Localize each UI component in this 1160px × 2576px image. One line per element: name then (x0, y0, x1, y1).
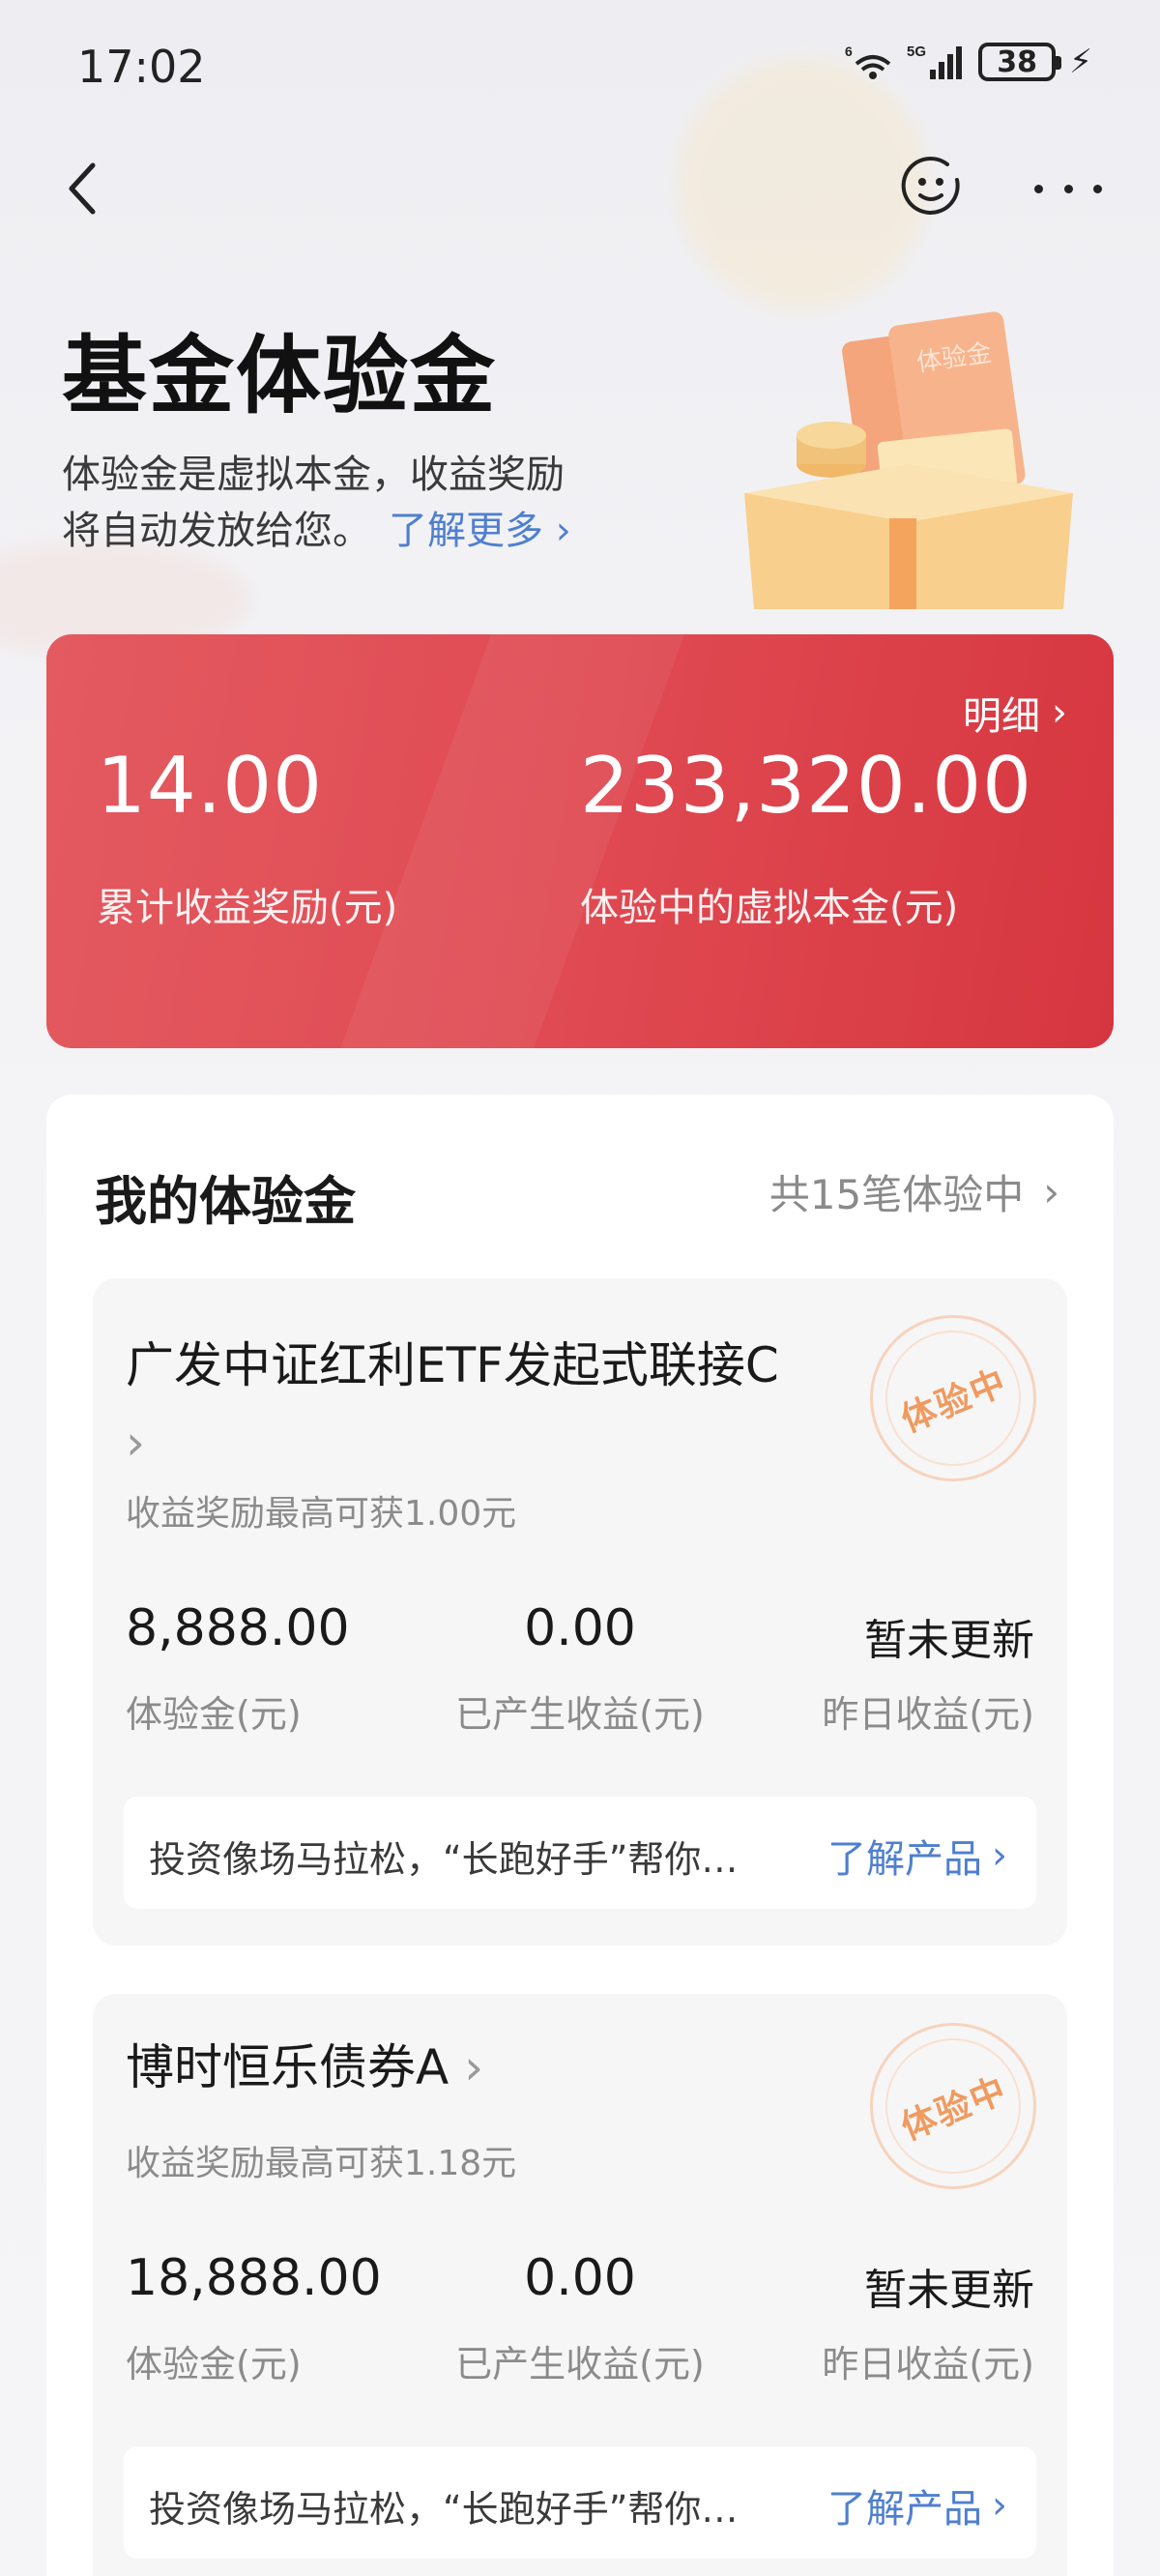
product-info-strip[interactable]: 投资像场马拉松，“长跑好手”帮你… 了解产品 › (124, 2446, 1036, 2559)
trial-count-label: 共15笔体验中 (768, 1171, 1025, 1218)
learn-product-label: 了解产品 (827, 1837, 982, 1882)
chevron-right-icon: › (555, 509, 571, 553)
card-sheen (322, 634, 699, 1048)
gift-box-illustration: 体验金 (744, 311, 1073, 609)
detail-link[interactable]: 明细 › (963, 685, 1067, 741)
fund-reward-note: 收益奖励最高可获1.18元 (126, 2144, 517, 2183)
product-info-text: 投资像场马拉松，“长跑好手”帮你… (149, 1838, 739, 1881)
total-reward-label: 累计收益奖励(元) (97, 886, 398, 930)
panel-title: 我的体验金 (95, 1171, 356, 1232)
virtual-principal-value: 233,320.00 (580, 741, 1033, 831)
charging-bolt-icon: ⚡ (1069, 43, 1092, 81)
assistant-button[interactable] (899, 155, 963, 219)
back-button[interactable] (64, 155, 118, 222)
chevron-right-icon: › (1052, 690, 1067, 735)
product-info-strip[interactable]: 投资像场马拉松，“长跑好手”帮你… 了解产品 › (124, 1797, 1036, 1909)
more-dots-icon (1034, 184, 1043, 193)
status-stamp: 体验中 (870, 1315, 1036, 1481)
fund-name[interactable]: 博时恒乐债券A › (126, 2029, 483, 2106)
hero-description: 体验金是虚拟本金，收益奖励 将自动发放给您。 了解更多 › (62, 447, 681, 559)
status-stamp: 体验中 (870, 2023, 1036, 2189)
stamp-text: 体验中 (895, 1361, 1013, 1441)
yesterday-label: 昨日收益(元) (822, 1693, 1034, 1736)
learn-more-label: 了解更多 (389, 509, 543, 553)
chevron-right-icon: › (992, 2483, 1007, 2528)
chevron-right-icon: › (1043, 1168, 1059, 1215)
total-reward-value: 14.00 (97, 741, 324, 831)
chevron-right-icon: › (992, 1833, 1007, 1878)
chevron-left-icon (69, 162, 96, 215)
wifi-icon: 6 (845, 44, 891, 79)
battery-level: 38 (997, 44, 1037, 79)
smiley-face-icon (901, 157, 960, 215)
stamp-ring: 体验中 (885, 1331, 1021, 1466)
learn-product-label: 了解产品 (827, 2487, 982, 2532)
fund-card[interactable]: 博时恒乐债券A › 体验中 收益奖励最高可获1.18元 18,888.00 体验… (93, 1994, 1067, 2576)
fund-card[interactable]: 广发中证红利ETF发起式联接C › 体验中 收益奖励最高可获1.00元 8,88… (93, 1278, 1067, 1946)
hero-desc-line2: 将自动发放给您。 (62, 509, 371, 553)
more-dots-icon (1063, 184, 1073, 193)
page-title: 基金体验金 (62, 326, 498, 425)
my-trial-funds-panel: 我的体验金 共15笔体验中 › 广发中证红利ETF发起式联接C › 体验中 收益… (46, 1095, 1114, 2576)
summary-card: 明细 › 14.00 累计收益奖励(元) 233,320.00 体验中的虚拟本金… (46, 634, 1114, 1048)
hero-desc-line1: 体验金是虚拟本金，收益奖励 (62, 453, 565, 497)
stamp-text: 体验中 (895, 2069, 1013, 2149)
product-info-text: 投资像场马拉松，“长跑好手”帮你… (149, 2488, 739, 2531)
stamp-ring: 体验中 (885, 2038, 1021, 2174)
fund-name[interactable]: 广发中证红利ETF发起式联接C › (126, 1327, 860, 1481)
fund-reward-note: 收益奖励最高可获1.00元 (126, 1494, 517, 1534)
trial-count-link[interactable]: 共15笔体验中 › (769, 1162, 1059, 1221)
cellular-signal-icon: 5G (907, 44, 963, 79)
more-dots-icon (1093, 184, 1102, 193)
learn-product-link[interactable]: 了解产品 › (827, 2477, 1007, 2533)
more-button[interactable] (1034, 164, 1102, 213)
yesterday-value: 暂未更新 (864, 2266, 1034, 2315)
fund-name-label: 广发中证红利ETF发起式联接C (126, 1337, 779, 1393)
learn-product-link[interactable]: 了解产品 › (827, 1828, 1007, 1884)
status-time: 17:02 (77, 41, 206, 93)
status-bar: 17:02 6 5G 38 ⚡ (0, 0, 1160, 145)
detail-label: 明细 (963, 694, 1040, 739)
yesterday-value: 暂未更新 (864, 1616, 1034, 1665)
wifi-label: 6 (845, 44, 853, 59)
fund-name-label: 博时恒乐债券A (126, 2039, 450, 2095)
page: 17:02 6 5G 38 ⚡ 基金体验金 体验金是虚拟本金，收益奖励 将自动发… (0, 0, 1160, 2576)
chevron-right-icon: › (464, 2039, 484, 2095)
status-icons: 6 5G 38 ⚡ (845, 43, 1092, 81)
cell-label: 5G (907, 44, 926, 60)
hero-desc-line2-row: 将自动发放给您。 了解更多 › (62, 503, 681, 559)
chevron-right-icon: › (126, 1415, 145, 1471)
yesterday-label: 昨日收益(元) (822, 2343, 1034, 2386)
battery-indicator: 38 (978, 43, 1062, 81)
virtual-principal-label: 体验中的虚拟本金(元) (580, 886, 959, 930)
learn-more-link[interactable]: 了解更多 › (389, 509, 571, 553)
